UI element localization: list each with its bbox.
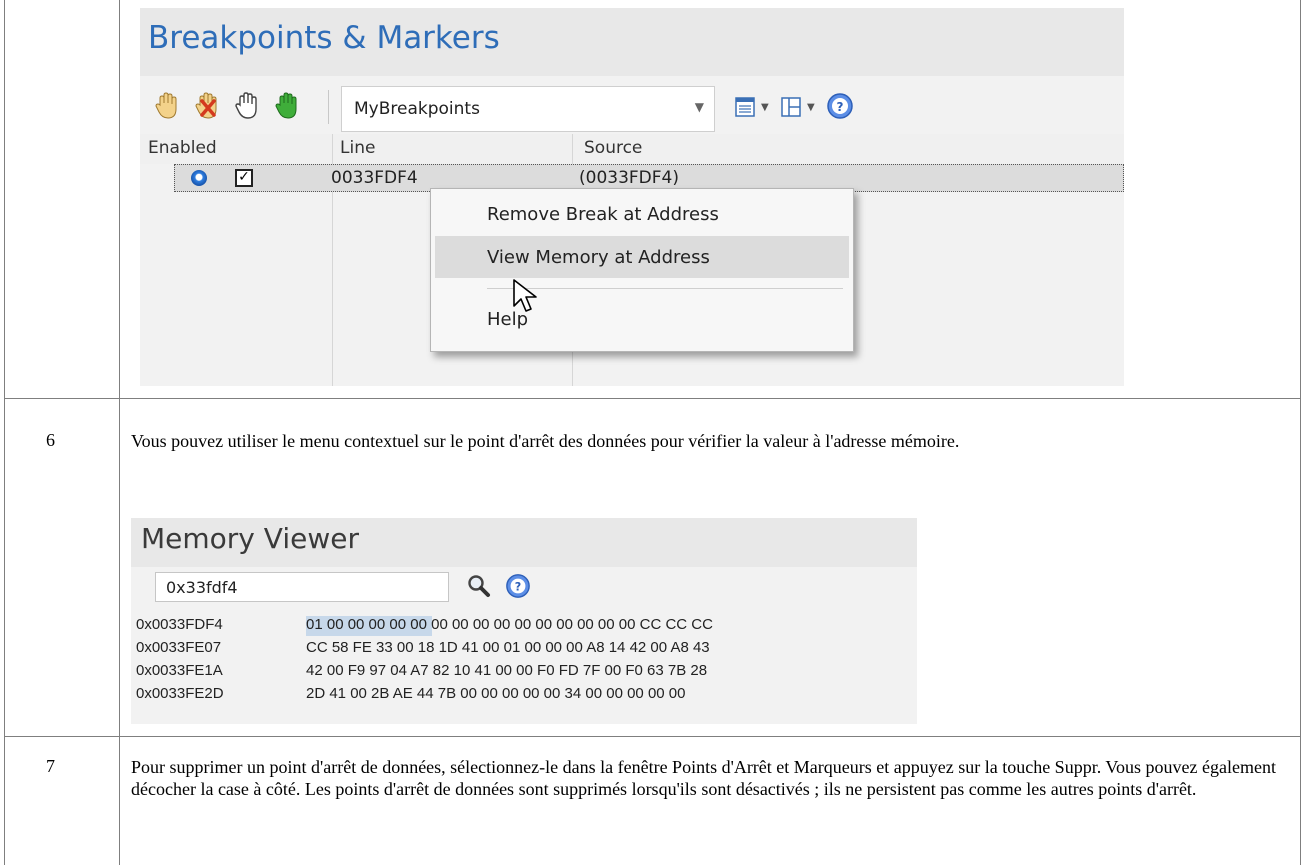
svg-text:?: ? bbox=[515, 581, 521, 594]
row-line: 0033FDF4 bbox=[331, 168, 418, 188]
hand-green-icon[interactable] bbox=[274, 91, 302, 121]
memory-row-address: 0x0033FE2D bbox=[136, 685, 224, 702]
hand-delete-icon[interactable] bbox=[194, 91, 222, 121]
chevron-down-icon: ▼ bbox=[761, 101, 769, 113]
column-header-source[interactable]: Source bbox=[584, 138, 642, 158]
breakpoint-marker-icon bbox=[191, 170, 207, 186]
hand-enable-icon[interactable] bbox=[154, 91, 182, 121]
memory-row-bytes[interactable]: 2D 41 00 2B AE 44 7B 00 00 00 00 00 34 0… bbox=[306, 685, 685, 702]
step-number: 7 bbox=[46, 756, 55, 776]
memory-row-bytes[interactable]: 01 00 00 00 00 00 00 00 00 00 00 00 00 0… bbox=[306, 616, 713, 633]
window-title: Memory Viewer bbox=[141, 522, 359, 555]
breakpoint-set-value: MyBreakpoints bbox=[354, 99, 480, 119]
step-number: 6 bbox=[46, 430, 55, 450]
breakpoints-list-header: Enabled Line Source bbox=[140, 134, 1124, 164]
address-input-value: 0x33fdf4 bbox=[166, 578, 238, 597]
memory-row-address: 0x0033FE1A bbox=[136, 662, 223, 679]
chevron-down-icon: ▼ bbox=[694, 100, 704, 114]
window-title-bar: Breakpoints & Markers bbox=[140, 8, 1124, 76]
help-icon[interactable]: ? bbox=[826, 92, 854, 120]
mouse-pointer-icon bbox=[513, 279, 537, 312]
column-header-enabled[interactable]: Enabled bbox=[148, 138, 217, 158]
memory-viewer-window: Memory Viewer 0x33fdf4 ? 0x0033FDF4 01 0… bbox=[131, 518, 917, 724]
enabled-checkbox[interactable]: ✓ bbox=[235, 169, 253, 187]
row-source: (0033FDF4) bbox=[579, 168, 679, 188]
help-icon[interactable]: ? bbox=[505, 573, 531, 599]
layout-button[interactable]: ▼ bbox=[780, 90, 815, 124]
toolbar-separator bbox=[328, 90, 329, 124]
list-view-button[interactable]: ▼ bbox=[734, 90, 769, 124]
list-view-icon bbox=[735, 97, 755, 117]
menu-separator bbox=[487, 288, 843, 289]
memory-row-address: 0x0033FDF4 bbox=[136, 616, 223, 633]
window-title-bar: Memory Viewer bbox=[131, 518, 917, 567]
layout-grid-icon bbox=[781, 97, 801, 117]
memory-row-bytes[interactable]: CC 58 FE 33 00 18 1D 41 00 01 00 00 00 A… bbox=[306, 639, 710, 656]
column-header-line[interactable]: Line bbox=[340, 138, 375, 158]
svg-text:?: ? bbox=[837, 100, 844, 114]
menu-item-remove-break[interactable]: Remove Break at Address bbox=[487, 204, 719, 225]
breakpoint-set-selector[interactable]: MyBreakpoints ▼ bbox=[341, 86, 715, 132]
step-description: Vous pouvez utiliser le menu contextuel … bbox=[131, 431, 960, 451]
hand-outline-icon[interactable] bbox=[234, 91, 262, 121]
table-row-divider bbox=[4, 736, 1301, 737]
breakpoints-toolbar: MyBreakpoints ▼ ▼ ▼ ? bbox=[140, 82, 1124, 138]
step-description: Pour supprimer un point d'arrêt de donné… bbox=[131, 757, 1276, 799]
breakpoints-window: Breakpoints & Markers MyBreakpoints ▼ ▼ … bbox=[140, 8, 1124, 386]
context-menu: Remove Break at Address View Memory at A… bbox=[430, 188, 854, 352]
chevron-down-icon: ▼ bbox=[807, 101, 815, 113]
table-row-divider bbox=[4, 398, 1301, 399]
window-title: Breakpoints & Markers bbox=[148, 20, 500, 56]
menu-item-view-memory[interactable]: View Memory at Address bbox=[487, 247, 710, 268]
memory-row-address: 0x0033FE07 bbox=[136, 639, 222, 656]
memory-row-bytes[interactable]: 42 00 F9 97 04 A7 82 10 41 00 00 F0 FD 7… bbox=[306, 662, 707, 679]
address-input[interactable]: 0x33fdf4 bbox=[155, 572, 449, 602]
search-icon[interactable] bbox=[467, 574, 491, 598]
